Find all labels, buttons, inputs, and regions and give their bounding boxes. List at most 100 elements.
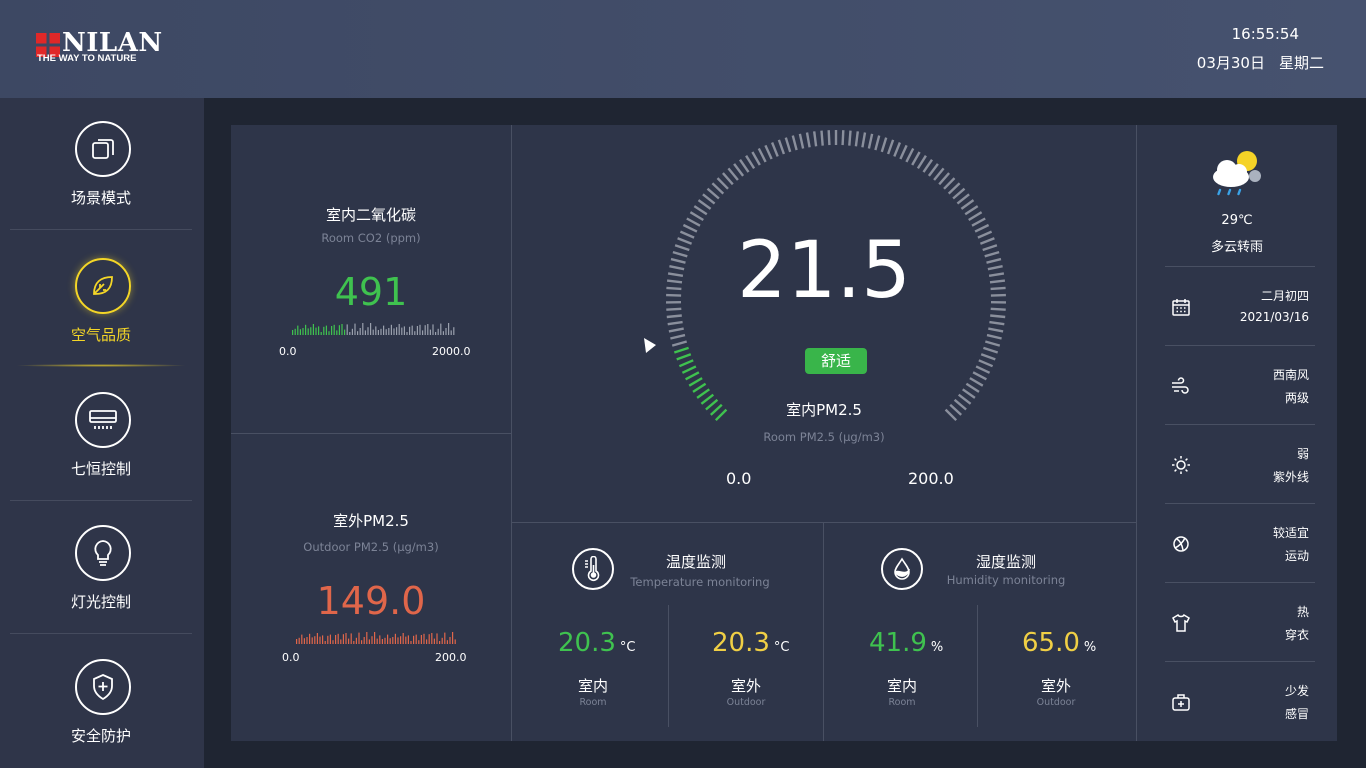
level-tick bbox=[441, 637, 443, 644]
info-line1: 二月初四 bbox=[1260, 289, 1309, 303]
level-tick bbox=[301, 634, 303, 644]
level-tick bbox=[377, 330, 379, 335]
indoor-temperature-value: 20.3 °C bbox=[558, 628, 635, 658]
level-tick bbox=[423, 633, 425, 644]
level-tick bbox=[437, 328, 439, 335]
nav-label: 七恒控制 bbox=[70, 460, 131, 478]
scene-icon bbox=[75, 121, 131, 177]
level-tick bbox=[305, 324, 307, 335]
level-tick bbox=[394, 633, 396, 644]
weekday-text: 星期二 bbox=[1278, 54, 1324, 72]
lightbulb-icon bbox=[75, 525, 131, 581]
level-tick bbox=[364, 330, 366, 335]
level-tick bbox=[428, 634, 430, 644]
nav-item-climate-control[interactable]: 七恒控制 bbox=[10, 369, 192, 501]
level-tick bbox=[379, 635, 381, 644]
gauge-tick bbox=[711, 182, 725, 195]
level-tick bbox=[361, 640, 363, 644]
level-tick bbox=[387, 634, 389, 644]
nav-item-scene-mode[interactable]: 场景模式 bbox=[10, 98, 192, 230]
level-tick bbox=[424, 325, 426, 335]
level-tick bbox=[406, 332, 408, 335]
gauge-tick bbox=[911, 151, 921, 166]
level-tick bbox=[311, 637, 313, 644]
level-tick bbox=[427, 324, 429, 335]
outdoor-temperature-value: 20.3 °C bbox=[712, 628, 789, 658]
level-tick bbox=[389, 638, 391, 644]
level-tick bbox=[450, 330, 452, 335]
gauge-value: 21.5 bbox=[737, 226, 911, 316]
level-tick bbox=[357, 331, 359, 335]
gauge-tick bbox=[673, 346, 689, 354]
gauge-pointer bbox=[644, 338, 656, 353]
temperature-unit: °C bbox=[619, 640, 636, 655]
level-tick bbox=[335, 635, 337, 644]
level-tick bbox=[315, 327, 317, 335]
outdoor-label-en: Outdoor bbox=[726, 697, 766, 708]
level-tick bbox=[296, 639, 298, 644]
gauge-tick bbox=[791, 135, 798, 151]
gauge-tick bbox=[916, 155, 927, 170]
gauge-tick bbox=[927, 163, 939, 177]
indoor-label-en: Room bbox=[579, 697, 607, 708]
gauge-tick bbox=[964, 205, 979, 216]
outdoor-pm-card: 室外PM2.5 Outdoor PM2.5 (μg/m3) 149.0 0.0 … bbox=[231, 434, 511, 741]
gauge-tick bbox=[965, 382, 980, 393]
level-tick bbox=[403, 326, 405, 335]
nav-item-air-quality[interactable]: 空气品质 bbox=[10, 235, 192, 367]
level-tick bbox=[342, 634, 344, 644]
divider bbox=[1165, 424, 1315, 425]
gauge-tick bbox=[969, 377, 984, 387]
gauge-tick bbox=[678, 359, 694, 368]
level-tick bbox=[444, 632, 446, 644]
level-tick bbox=[314, 636, 316, 644]
gauge-tick bbox=[938, 172, 950, 186]
gauge-tick bbox=[886, 139, 895, 155]
level-tick bbox=[366, 632, 368, 644]
gauge-tick bbox=[733, 163, 745, 177]
level-tick bbox=[375, 326, 377, 335]
gauge-tick bbox=[880, 137, 888, 153]
date-text: 03月30日 bbox=[1196, 54, 1265, 72]
humidity-subtitle: Humidity monitoring bbox=[946, 573, 1066, 587]
gauge-tick bbox=[805, 132, 811, 148]
nav-item-security[interactable]: 安全防护 bbox=[10, 636, 192, 768]
gauge-tick bbox=[739, 159, 750, 173]
info-line1: 热 bbox=[1296, 605, 1309, 619]
co2-card: 室内二氧化碳 Room CO2 (ppm) 491 0.0 2000.0 bbox=[231, 125, 511, 433]
level-tick bbox=[294, 328, 296, 335]
gauge-tick bbox=[933, 167, 945, 181]
gauge-tick bbox=[757, 147, 767, 163]
sun-icon bbox=[1172, 456, 1190, 474]
level-tick bbox=[319, 636, 321, 644]
level-tick bbox=[448, 323, 450, 335]
level-tick bbox=[340, 639, 342, 644]
info-row-lunar-date: 二月初四 2021/03/16 bbox=[1165, 266, 1315, 345]
logo-slogan: THE WAY TO NATURE bbox=[37, 53, 137, 64]
leaf-icon bbox=[75, 258, 131, 314]
info-row-sport: 较适宜 运动 bbox=[1165, 503, 1315, 582]
temperature-unit: °C bbox=[773, 640, 790, 655]
info-line2: 紫外线 bbox=[1272, 470, 1309, 484]
outdoor-label-en: Outdoor bbox=[1036, 697, 1076, 708]
divider bbox=[1165, 266, 1315, 267]
info-line2: 感冒 bbox=[1284, 707, 1309, 721]
level-tick bbox=[344, 329, 346, 335]
info-line2: 运动 bbox=[1284, 549, 1309, 563]
nav-item-lighting-control[interactable]: 灯光控制 bbox=[10, 502, 192, 634]
level-tick bbox=[333, 324, 335, 335]
level-tick bbox=[346, 324, 348, 335]
divider bbox=[1165, 503, 1315, 504]
level-tick bbox=[350, 633, 352, 644]
info-row-wind: 西南风 两级 bbox=[1165, 345, 1315, 424]
level-tick bbox=[328, 331, 330, 335]
outdoor-humidity-number: 65.0 bbox=[1022, 628, 1080, 658]
divider bbox=[1165, 661, 1315, 662]
thermometer-icon bbox=[572, 548, 614, 590]
gauge-tick bbox=[777, 139, 786, 155]
gauge-tick bbox=[820, 130, 824, 146]
info-line2: 穿衣 bbox=[1284, 628, 1309, 642]
shield-icon bbox=[75, 659, 131, 715]
gauge-tick bbox=[813, 131, 818, 147]
gauge-tick bbox=[722, 172, 734, 186]
